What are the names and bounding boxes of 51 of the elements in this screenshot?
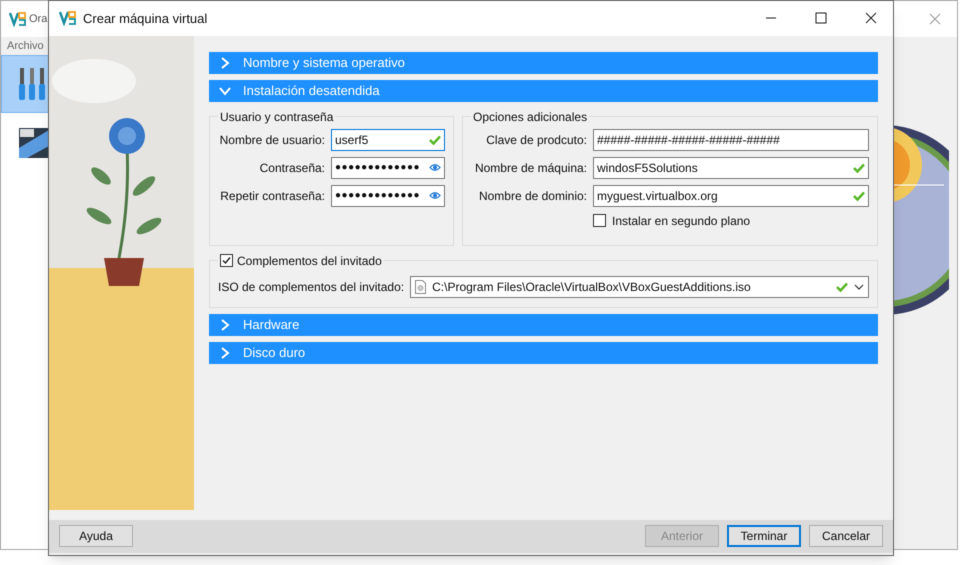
close-icon[interactable] — [865, 12, 877, 24]
check-icon — [429, 134, 441, 145]
field-label: Contraseña: — [258, 160, 325, 177]
field-value: C:\Program Files\Oracle\VirtualBox\VBoxGuestAdditions.iso — [432, 278, 752, 296]
check-icon — [853, 190, 865, 201]
iso-dropdown[interactable]: C:\Program Files\Oracle\VirtualBox\VBoxGuestAdditions.iso — [410, 276, 869, 298]
os-badge-icon — [19, 126, 49, 158]
checkbox[interactable] — [220, 254, 233, 268]
field-value: ●●●●●●●●●●●●● — [335, 189, 422, 204]
dialog-button[interactable]: Terminar — [727, 525, 801, 548]
window-title: Ora — [29, 12, 48, 27]
input-field[interactable]: #####-#####-#####-#####-##### — [593, 128, 869, 151]
checkbox-label: Instalar en segundo plano — [612, 212, 750, 230]
caret-icon — [854, 284, 864, 290]
checkbox[interactable] — [593, 214, 606, 228]
group-title: Usuario y contraseña — [219, 108, 334, 126]
app-logo-icon — [59, 10, 77, 26]
disc-file-icon — [415, 280, 426, 294]
field-label: Nombre de usuario: — [218, 132, 325, 149]
field-label: Nombre de máquina: — [474, 160, 587, 177]
input-field[interactable]: ●●●●●●●●●●●●● — [331, 184, 445, 207]
field-value: userf5 — [335, 132, 370, 149]
field-label: Nombre de dominio: — [478, 188, 587, 205]
checkbox-label: Complementos del invitado — [237, 252, 382, 270]
field-value: ●●●●●●●●●●●●● — [335, 161, 422, 176]
field-label: Repetir contraseña: — [219, 188, 325, 205]
app-logo-icon — [9, 11, 27, 27]
check-icon — [836, 282, 848, 292]
chevron-down-icon — [219, 84, 231, 97]
tools-icon — [18, 66, 48, 102]
eye-icon[interactable] — [429, 162, 441, 174]
dialog-button[interactable]: Ayuda — [59, 525, 133, 548]
field-label: Clave de prodcuto: — [485, 132, 587, 149]
field-value: windosF5Solutions — [597, 160, 699, 177]
chevron-right-icon — [219, 56, 231, 69]
input-field[interactable]: ●●●●●●●●●●●●● — [331, 156, 445, 179]
input-field[interactable]: myguest.virtualbox.org — [593, 184, 869, 207]
maximize-icon[interactable] — [815, 12, 827, 24]
window-title: Crear máquina virtual — [83, 10, 208, 28]
field-label: ISO de complementos del invitado: — [218, 278, 404, 296]
menu-item[interactable]: Archivo — [7, 38, 44, 54]
dialog-button[interactable]: Cancelar — [809, 525, 883, 548]
group-title: Opciones adicionales — [472, 108, 588, 126]
chevron-right-icon — [219, 318, 231, 331]
field-value: #####-#####-#####-#####-##### — [597, 132, 781, 149]
input-field[interactable]: userf5 — [331, 128, 445, 151]
field-value: myguest.virtualbox.org — [597, 188, 719, 205]
eye-icon[interactable] — [429, 190, 441, 202]
input-field[interactable]: windosF5Solutions — [593, 156, 869, 179]
chevron-right-icon — [219, 346, 231, 359]
check-icon — [853, 162, 865, 173]
